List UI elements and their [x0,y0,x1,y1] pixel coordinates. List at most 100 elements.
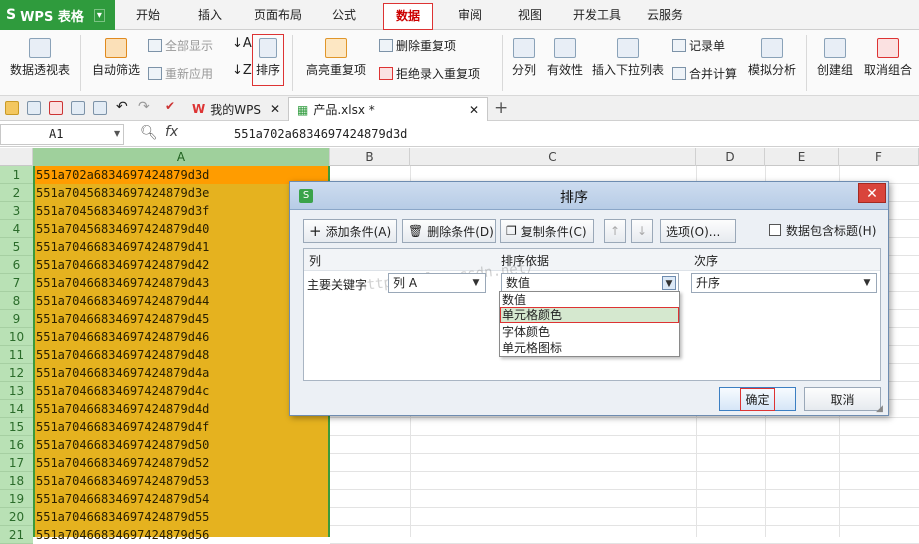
highlight-duplicates-button[interactable]: 高亮重复项 [300,38,372,78]
table-cell[interactable]: 551a70466834697424879d4a [36,364,209,382]
delete-condition-button[interactable]: 🗑︎ 删除条件(D) [402,219,496,243]
row-header[interactable]: 21 [0,526,33,544]
row-header[interactable]: 3 [0,202,33,220]
options-button[interactable]: 选项(O)... [660,219,736,243]
row-header[interactable]: 11 [0,346,33,364]
dropdown-option-font-color[interactable]: 字体颜色 [502,324,550,340]
pdf-icon[interactable] [49,101,63,115]
select-all-corner[interactable] [0,148,33,166]
row-header[interactable]: 13 [0,382,33,400]
move-down-button[interactable]: ↓ [631,219,653,243]
row-header[interactable]: 1 [0,166,33,184]
table-cell[interactable]: 551a70456834697424879d3f [36,202,209,220]
resize-grip-icon[interactable]: ◢ [876,404,883,414]
tab-insert[interactable]: 插入 [188,0,232,30]
sort-button[interactable]: 排序 [252,34,284,86]
row-header[interactable]: 17 [0,454,33,472]
remove-duplicates-button[interactable]: 删除重复项 [379,37,456,54]
table-cell[interactable]: 551a70466834697424879d43 [36,274,209,292]
table-cell[interactable]: 551a70456834697424879d3e [36,184,209,202]
validity-button[interactable]: 有效性 [544,38,586,78]
open-folder-icon[interactable] [5,101,19,115]
cancel-button[interactable]: 取消 [804,387,881,411]
dropdown-option-cell-color[interactable]: 单元格颜色 [500,307,679,323]
tab-formula[interactable]: 公式 [324,0,364,30]
add-condition-button[interactable]: + 添加条件(A) [303,219,397,243]
table-cell[interactable]: 551a70466834697424879d48 [36,346,209,364]
row-header[interactable]: 5 [0,238,33,256]
move-up-button[interactable]: ↑ [604,219,626,243]
ok-button[interactable]: 确定 [719,387,796,411]
dropdown-option-value[interactable]: 数值 [502,292,526,308]
column-select[interactable]: 列 A ▼ [388,273,486,293]
table-cell[interactable]: 551a70466834697424879d4d [36,400,209,418]
close-icon[interactable]: ✕ [270,102,280,116]
tab-data[interactable]: 数据 [383,3,433,30]
row-header[interactable]: 18 [0,472,33,490]
table-cell[interactable]: 551a70466834697424879d55 [36,508,209,526]
column-header[interactable]: A [33,148,330,166]
show-all-button[interactable]: 全部显示 [148,37,213,54]
column-header[interactable]: C [410,148,696,166]
undo-icon[interactable]: ↶ [116,99,128,115]
column-header[interactable]: B [330,148,410,166]
column-header[interactable]: F [839,148,919,166]
reject-duplicates-button[interactable]: 拒绝录入重复项 [379,65,480,82]
split-column-button[interactable]: 分列 [508,38,540,78]
table-cell[interactable]: 551a70466834697424879d44 [36,292,209,310]
row-header[interactable]: 14 [0,400,33,418]
row-header[interactable]: 15 [0,418,33,436]
print-preview-icon[interactable] [93,101,107,115]
tab-review[interactable]: 审阅 [450,0,490,30]
row-header[interactable]: 16 [0,436,33,454]
row-header[interactable]: 6 [0,256,33,274]
formula-input[interactable]: 551a702a6834697424879d3d [234,127,407,141]
save-icon[interactable] [27,101,41,115]
table-cell[interactable]: 551a70466834697424879d50 [36,436,209,454]
print-icon[interactable] [71,101,85,115]
row-header[interactable]: 8 [0,292,33,310]
table-cell[interactable]: 551a70466834697424879d4f [36,418,209,436]
row-header[interactable]: 7 [0,274,33,292]
table-cell[interactable]: 551a70456834697424879d40 [36,220,209,238]
reapply-button[interactable]: 重新应用 [148,65,213,82]
table-cell[interactable]: 551a70466834697424879d4c [36,382,209,400]
sort-basis-select[interactable]: 数值 ▼ [501,273,679,293]
sort-ascending-icon[interactable]: ↓A [232,36,252,51]
doc-tab-product[interactable]: ▦ 产品.xlsx * ✕ [288,97,488,121]
function-icon[interactable]: fx [165,124,178,140]
doc-tab-mywps[interactable]: W 我的WPS ✕ [184,97,288,121]
table-cell[interactable]: 551a70466834697424879d54 [36,490,209,508]
dropdown-option-cell-icon[interactable]: 单元格图标 [502,340,562,356]
tab-developer[interactable]: 开发工具 [567,0,627,30]
autofilter-button[interactable]: 自动筛选 [90,38,142,78]
record-form-button[interactable]: 记录单 [672,37,725,54]
redo-icon[interactable]: ↷ [138,99,150,115]
table-cell[interactable]: 551a70466834697424879d41 [36,238,209,256]
table-cell[interactable]: 551a702a6834697424879d3d [35,166,328,184]
sort-descending-icon[interactable]: ↓Z [232,63,252,78]
column-header[interactable]: D [696,148,765,166]
dialog-title-bar[interactable] [290,182,888,210]
table-cell[interactable]: 551a70466834697424879d53 [36,472,209,490]
close-icon[interactable]: ✕ [469,103,479,117]
has-header-checkbox[interactable] [769,224,781,236]
consolidate-button[interactable]: 合并计算 [672,65,737,82]
table-cell[interactable]: 551a70466834697424879d46 [36,328,209,346]
new-tab-icon[interactable]: + [494,98,508,118]
app-menu-button[interactable]: S WPS 表格 ▾ [0,0,115,30]
zoom-icon[interactable]: 🔍︎ [140,125,158,141]
copy-condition-button[interactable]: ❐ 复制条件(C) [500,219,594,243]
row-header[interactable]: 2 [0,184,33,202]
ungroup-button[interactable]: 取消组合 [862,38,914,78]
create-group-button[interactable]: 创建组 [814,38,856,78]
row-header[interactable]: 19 [0,490,33,508]
name-box[interactable]: A1 [0,124,124,145]
order-select[interactable]: 升序 ▼ [691,273,877,293]
table-cell[interactable]: 551a70466834697424879d52 [36,454,209,472]
close-button[interactable]: ✕ [858,183,886,203]
insert-dropdown-button[interactable]: 插入下拉列表 [590,38,666,78]
tab-view[interactable]: 视图 [510,0,550,30]
column-header[interactable]: E [765,148,839,166]
tab-home[interactable]: 开始 [128,0,168,30]
